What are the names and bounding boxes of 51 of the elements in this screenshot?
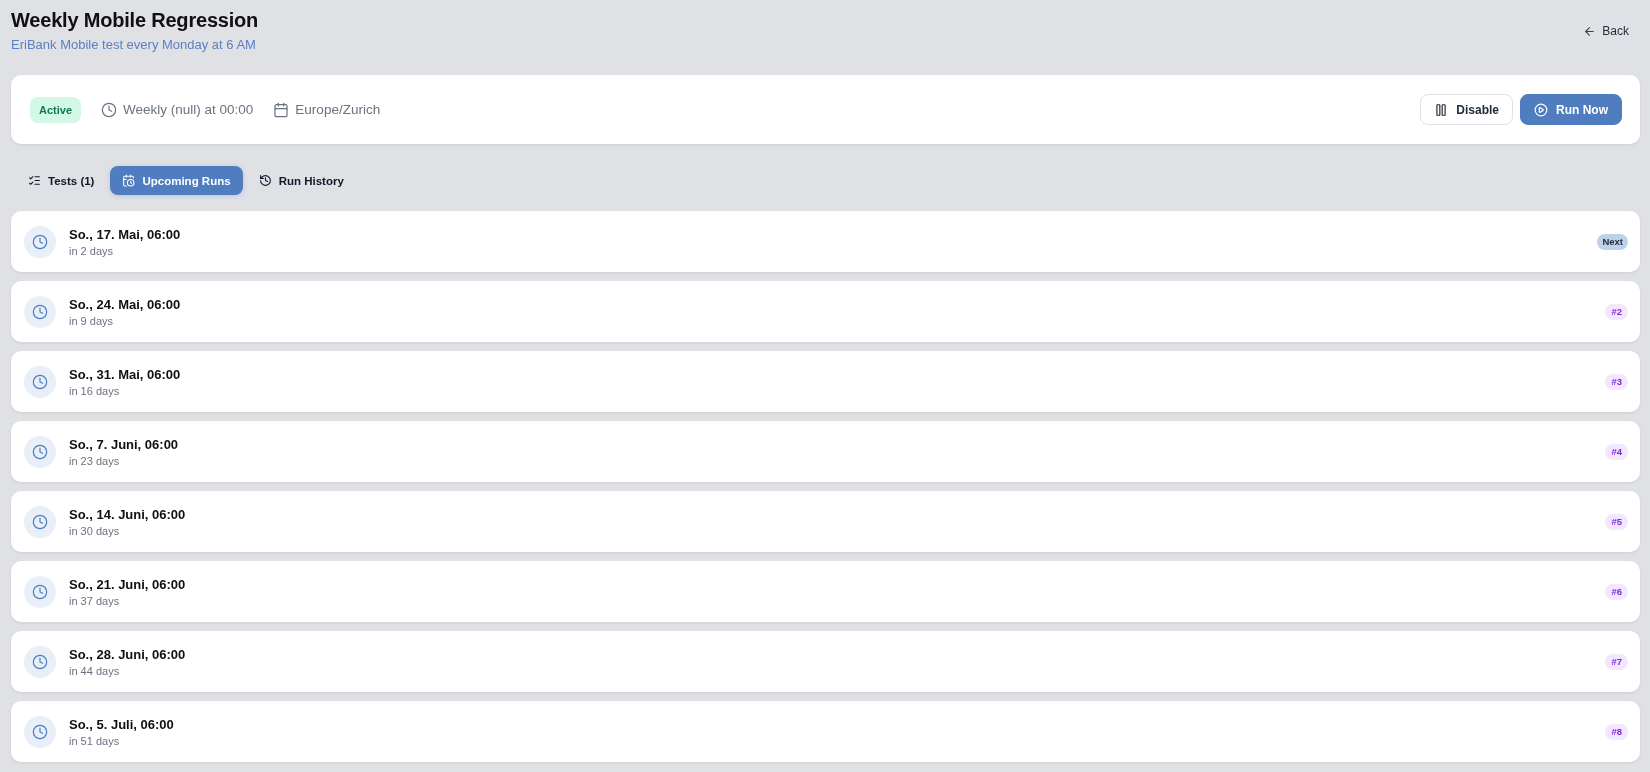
timezone-text: Europe/Zurich <box>295 102 381 117</box>
run-number-badge: #3 <box>1605 373 1628 390</box>
run-date: So., 28. Juni, 06:00 <box>69 646 187 662</box>
status-badge: Active <box>30 96 82 123</box>
page-subtitle: EriBank Mobile test every Monday at 6 AM <box>11 36 257 54</box>
run-relative-time: in 16 days <box>69 384 121 397</box>
run-relative-time: in 30 days <box>69 524 121 537</box>
arrow-left-icon <box>1583 24 1597 38</box>
clock-icon <box>24 365 56 398</box>
run-number-badge: #8 <box>1605 723 1628 740</box>
run-number-badge: #5 <box>1605 513 1628 530</box>
run-relative-time: in 44 days <box>69 664 121 677</box>
run-now-button[interactable]: Run Now <box>1520 94 1622 125</box>
run-date: So., 24. Mai, 06:00 <box>69 296 182 312</box>
run-number-badge: #4 <box>1605 443 1628 460</box>
run-relative-time: in 37 days <box>69 594 121 607</box>
clock-icon <box>24 505 56 538</box>
run-date: So., 7. Juni, 06:00 <box>69 436 180 452</box>
play-circle-icon <box>1534 102 1548 117</box>
run-date: So., 5. Juli, 06:00 <box>69 716 175 732</box>
run-date: So., 21. Juni, 06:00 <box>69 576 187 592</box>
run-relative-time: in 23 days <box>69 454 121 467</box>
pause-icon <box>1434 102 1449 117</box>
clock-icon <box>24 295 56 328</box>
history-icon <box>258 174 272 187</box>
tab[interactable]: Run History <box>246 166 356 195</box>
run-relative-time: in 51 days <box>69 734 121 747</box>
calendar-icon <box>273 101 290 118</box>
calendar-clock-icon <box>122 174 136 187</box>
clock-icon <box>24 435 56 468</box>
clock-icon <box>101 101 118 118</box>
run-relative-time: in 9 days <box>69 314 115 327</box>
run-date: So., 17. Mai, 06:00 <box>69 226 182 242</box>
run-number-badge: #7 <box>1605 653 1628 670</box>
run-relative-time: in 2 days <box>69 244 115 257</box>
run-number-badge: #6 <box>1605 583 1628 600</box>
disable-button[interactable]: Disable <box>1420 94 1513 125</box>
run-number-badge: #2 <box>1605 303 1628 320</box>
run-date: So., 14. Juni, 06:00 <box>69 506 187 522</box>
clock-icon <box>24 225 56 258</box>
clock-icon <box>24 715 56 748</box>
page-title: Weekly Mobile Regression <box>11 8 259 32</box>
next-badge: Next <box>1597 233 1628 250</box>
clock-icon <box>24 645 56 678</box>
tab[interactable]: Upcoming Runs <box>110 166 243 195</box>
run-date: So., 31. Mai, 06:00 <box>69 366 182 382</box>
schedule-text: Weekly (null) at 00:00 <box>123 102 254 117</box>
tab[interactable]: Tests (1) <box>16 166 107 195</box>
checklist-icon <box>28 174 41 187</box>
clock-icon <box>24 575 56 608</box>
back-link[interactable]: Back <box>1583 24 1629 38</box>
